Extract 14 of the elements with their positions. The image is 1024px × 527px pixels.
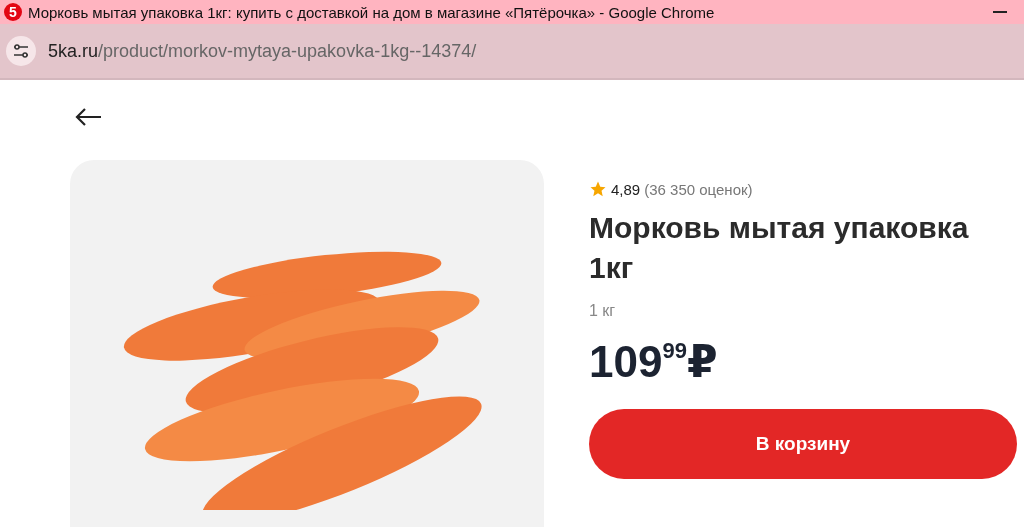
product-title: Морковь мытая упаковка 1кг	[589, 210, 970, 286]
window-title: Морковь мытая упаковка 1кг: купить с доставкой на дом в магазине «Пятёрочка» - Google Chrome	[28, 3, 716, 21]
rating-value: 4,89	[611, 180, 641, 198]
add-to-cart-button[interactable]: В корзину	[589, 409, 1017, 479]
back-arrow-icon	[74, 107, 102, 127]
address-field[interactable]: 5ka.ru/product/morkov-mytaya-upakovka-1kg--14374/	[48, 40, 477, 62]
product-price: 109$^{99}$₽	[589, 336, 719, 387]
sliders-icon	[13, 44, 29, 58]
rating-count: (36 350 оценок)	[644, 180, 753, 198]
star-icon	[589, 180, 607, 198]
site-settings-button[interactable]	[6, 36, 36, 66]
app-logo: 5	[4, 3, 22, 21]
minimize-icon	[993, 11, 1007, 13]
product-weight: 1 кг	[589, 302, 617, 320]
